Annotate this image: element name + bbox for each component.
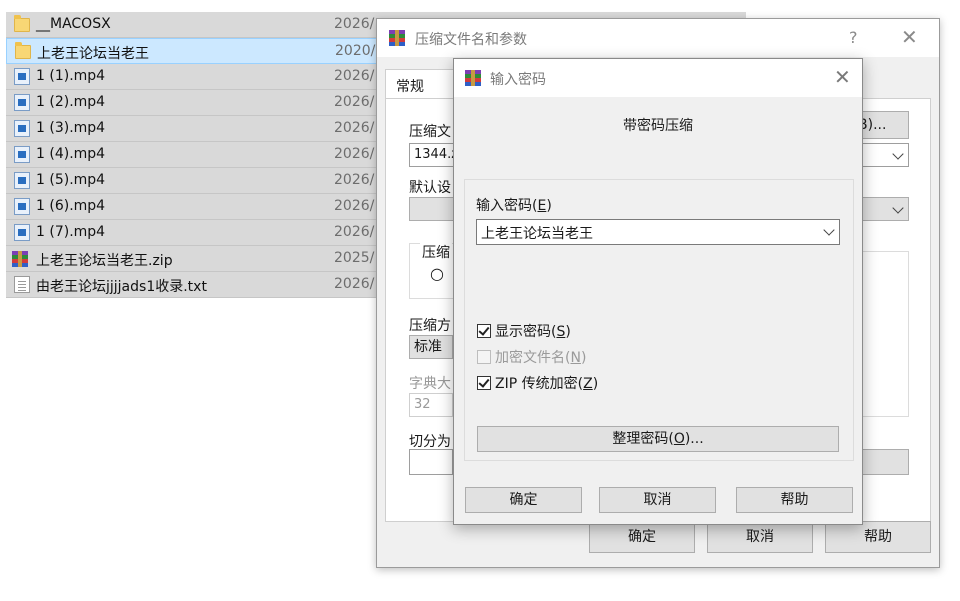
show-password-checkbox[interactable]	[477, 324, 491, 338]
password-value: 上老王论坛当老王	[481, 226, 593, 242]
file-date: 2026/	[334, 94, 375, 110]
archive-ok-label: 确定	[628, 529, 656, 545]
zip-legacy-encryption-checkbox[interactable]	[477, 376, 491, 390]
file-date: 2026/	[334, 276, 375, 292]
method-combo[interactable]: 标准	[409, 335, 453, 359]
file-date: 2026/	[334, 146, 375, 162]
help-icon[interactable]: ?	[849, 28, 858, 47]
password-ok-label: 确定	[509, 492, 538, 508]
organize-passwords-key: O	[673, 431, 685, 447]
winrar-archive-icon	[12, 251, 28, 267]
show-password-key: S	[556, 324, 566, 340]
method-label: 压缩方	[409, 318, 451, 334]
archive-cancel-label: 取消	[746, 529, 774, 545]
file-date: 2026/	[334, 120, 375, 136]
archive-ok-button[interactable]: 确定	[589, 521, 695, 553]
close-icon[interactable]: ✕	[901, 25, 918, 49]
dictionary-size-label: 字典大	[409, 376, 451, 392]
split-volumes-label: 切分为	[409, 434, 451, 450]
checkmark-icon	[478, 324, 490, 336]
file-date: 2026/	[334, 198, 375, 214]
organize-passwords-text: 整理密码	[612, 431, 669, 447]
show-password-text: 显示密码	[495, 324, 551, 340]
method-value: 标准	[414, 339, 442, 355]
zip-legacy-key: Z	[583, 376, 593, 392]
chevron-down-icon	[892, 148, 904, 160]
file-date: 2025/	[334, 250, 375, 266]
video-file-icon	[14, 94, 30, 111]
file-name: 1 (5).mp4	[36, 172, 106, 188]
default-profile-label: 默认设	[409, 180, 451, 196]
file-name: 1 (6).mp4	[36, 198, 106, 214]
file-name: __MACOSX	[36, 16, 111, 32]
password-dialog-titlebar: 输入密码 ✕	[454, 59, 862, 97]
encrypt-filenames-label: 加密文件名(N)	[495, 350, 587, 366]
file-date: 2026/	[334, 224, 375, 240]
file-name: 由老王论坛jjjjads1收录.txt	[36, 279, 207, 295]
encrypt-filenames-key: N	[570, 350, 581, 366]
file-name: 1 (7).mp4	[36, 224, 106, 240]
organize-passwords-button[interactable]: 整理密码(O)...	[477, 426, 839, 452]
password-label-text: 输入密码	[476, 198, 532, 214]
tab-general-label: 常规	[396, 79, 424, 95]
file-date: 2026/	[334, 172, 375, 188]
zip-legacy-text: ZIP 传统加密	[495, 376, 578, 392]
folder-icon	[15, 42, 31, 59]
archive-help-label: 帮助	[864, 529, 892, 545]
zip-legacy-encryption-label: ZIP 传统加密(Z)	[495, 376, 599, 392]
password-cancel-label: 取消	[643, 492, 672, 508]
password-help-label: 帮助	[780, 492, 809, 508]
file-name: 上老王论坛当老王.zip	[36, 253, 173, 269]
password-input[interactable]: 上老王论坛当老王	[476, 219, 840, 245]
show-password-label: 显示密码(S)	[495, 324, 571, 340]
file-date: 2020/	[335, 43, 376, 59]
video-file-icon	[14, 146, 30, 163]
archive-cancel-button[interactable]: 取消	[707, 521, 813, 553]
archive-dialog-title: 压缩文件名和参数	[415, 32, 527, 48]
password-cancel-button[interactable]: 取消	[599, 487, 716, 513]
video-file-icon	[14, 224, 30, 241]
password-heading: 带密码压缩	[623, 118, 693, 134]
tab-general[interactable]: 常规	[385, 69, 457, 99]
archive-name-label: 压缩文	[409, 124, 451, 140]
dictionary-size-combo: 32	[409, 393, 453, 417]
video-file-icon	[14, 120, 30, 137]
file-name: 上老王论坛当老王	[37, 46, 149, 62]
video-file-icon	[14, 68, 30, 85]
password-ok-button[interactable]: 确定	[465, 487, 582, 513]
text-file-icon	[14, 276, 30, 293]
file-name: 1 (1).mp4	[36, 68, 106, 84]
winrar-icon	[465, 70, 481, 86]
password-dialog: 输入密码 ✕ 带密码压缩 输入密码(E) 上老王论坛当老王 显示密码(S) 加密…	[453, 58, 863, 525]
encrypt-filenames-text: 加密文件名	[495, 350, 565, 366]
password-label-key: E	[537, 198, 547, 214]
dictionary-size-value: 32	[414, 397, 431, 412]
format-radio[interactable]: ○	[430, 264, 444, 283]
file-name: 1 (4).mp4	[36, 146, 106, 162]
format-label: 压缩	[420, 242, 452, 262]
file-date: 2026/	[334, 68, 375, 84]
video-file-icon	[14, 172, 30, 189]
archive-name-value: 1344.z	[414, 147, 459, 162]
archive-help-button[interactable]: 帮助	[825, 521, 931, 553]
file-date: 2026/	[334, 16, 375, 32]
file-name: 1 (2).mp4	[36, 94, 106, 110]
encrypt-filenames-checkbox	[477, 350, 491, 364]
password-dialog-title: 输入密码	[490, 72, 546, 88]
winrar-icon	[389, 30, 405, 46]
chevron-down-icon	[823, 224, 835, 236]
split-volumes-combo[interactable]	[409, 449, 453, 475]
file-name: 1 (3).mp4	[36, 120, 106, 136]
chevron-down-icon	[892, 202, 904, 214]
archive-dialog-titlebar: 压缩文件名和参数 ? ✕	[377, 19, 939, 57]
checkmark-icon	[478, 376, 490, 388]
folder-icon	[14, 15, 30, 32]
password-label: 输入密码(E)	[476, 198, 552, 214]
password-help-button[interactable]: 帮助	[736, 487, 853, 513]
video-file-icon	[14, 198, 30, 215]
close-icon[interactable]: ✕	[834, 65, 851, 89]
